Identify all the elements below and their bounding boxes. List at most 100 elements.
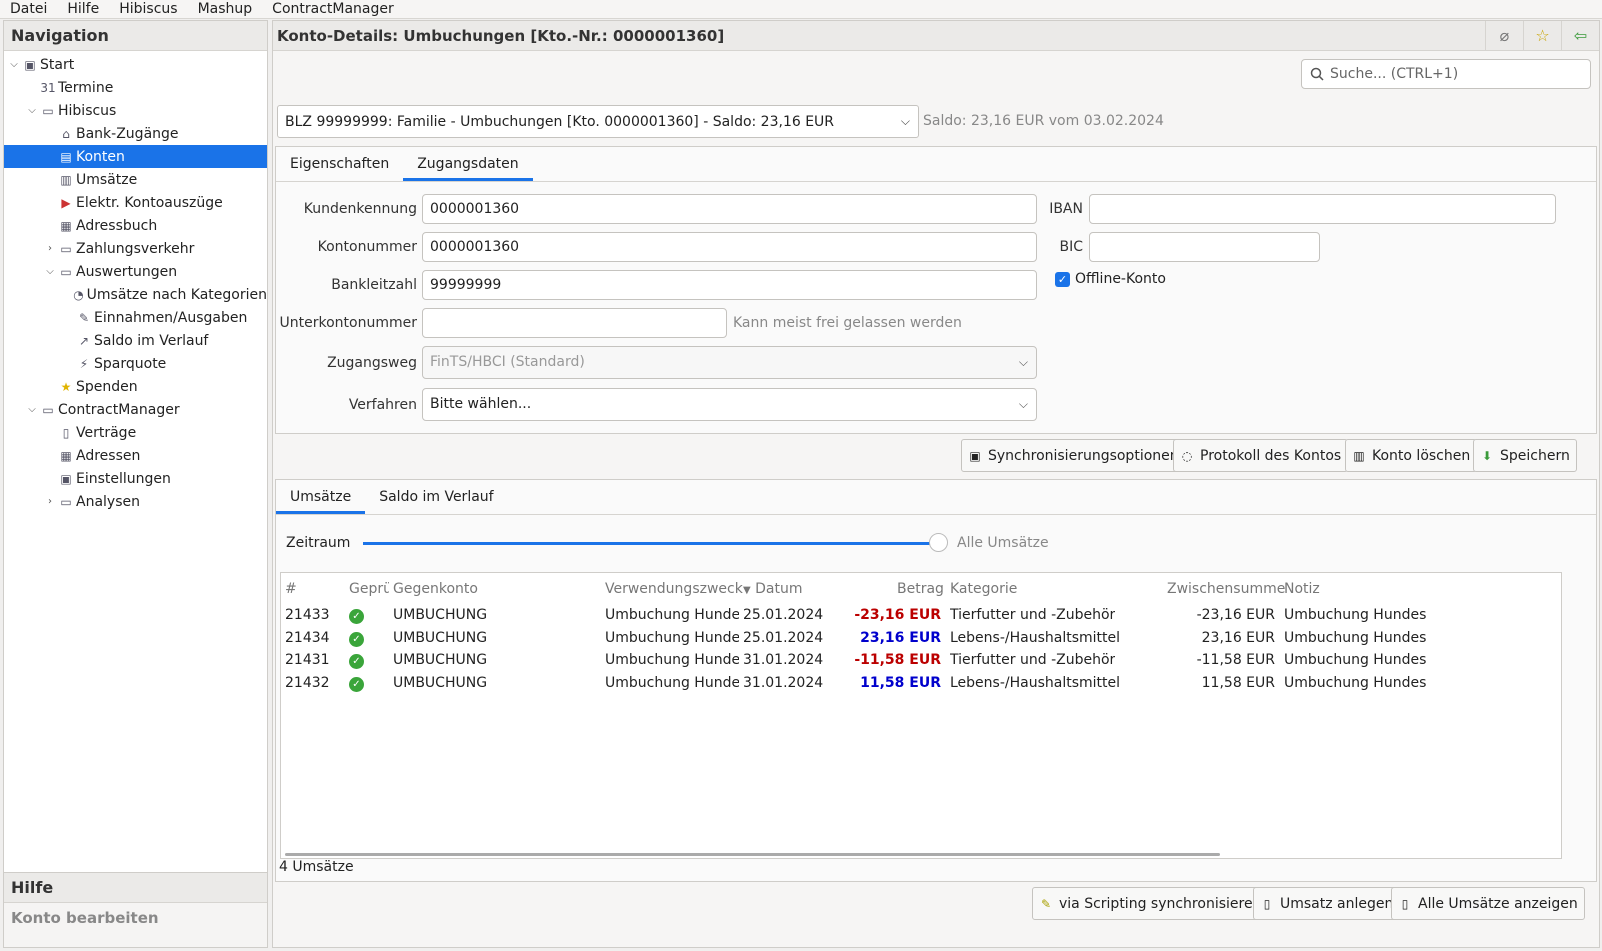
zeitraum-slider-handle[interactable] (929, 533, 948, 552)
col-kategorie[interactable]: Kategorie (950, 581, 1017, 597)
iban-field[interactable] (1089, 194, 1556, 224)
tab-zugangsdaten[interactable]: Zugangsdaten (403, 147, 533, 181)
sidebar-item-elektr-kontoauszüge[interactable]: ▶ Elektr. Kontoauszüge (4, 191, 267, 214)
cell-gegenkonto: UMBUCHUNG (393, 629, 488, 646)
table-row[interactable]: 21431 ✓ UMBUCHUNG Umbuchung Hundesteuer31.0… (281, 650, 1431, 672)
folder-icon: ▭ (60, 241, 72, 256)
sidebar-item-termine[interactable]: 31 Termine (4, 76, 267, 99)
sidebar-item-auswertungen[interactable]: ⌵ ▭ Auswertungen (4, 260, 267, 283)
col-id[interactable]: # (285, 581, 297, 597)
delete-account-button[interactable]: ▥ Konto löschen (1345, 439, 1478, 472)
sidebar-item-label: Elektr. Kontoauszüge (76, 194, 223, 211)
tab-saldo-im-verlauf[interactable]: Saldo im Verlauf (365, 480, 507, 514)
cell-id: 21433 (285, 607, 330, 623)
navigation-tree: ⌵ ▣ Start 31 Termine ⌵ ▭ Hibiscus ⌂ Bank-Zugänge ▤… (4, 51, 267, 513)
account-select[interactable]: BLZ 99999999: Familie - Umbuchungen [Kto… (277, 105, 919, 138)
bookmark-button[interactable]: ☆ (1523, 20, 1561, 51)
sidebar-item-einstellungen[interactable]: ▣ Einstellungen (4, 467, 267, 490)
cell-gegenkonto: UMBUCHUNG (393, 674, 488, 691)
new-transaction-button[interactable]: ▯ Umsatz anlegen (1253, 887, 1401, 920)
sidebar-item-hibiscus[interactable]: ⌵ ▭ Hibiscus (4, 99, 267, 122)
bankleitzahl-field[interactable]: 99999999 (422, 270, 1037, 300)
save-button[interactable]: ⬇ Speichern (1473, 439, 1577, 472)
sidebar-item-adressbuch[interactable]: ▦ Adressbuch (4, 214, 267, 237)
bic-field[interactable] (1089, 232, 1320, 262)
account-select-value: BLZ 99999999: Familie - Umbuchungen [Kto… (285, 113, 835, 130)
sidebar-item-bank-zugänge[interactable]: ⌂ Bank-Zugänge (4, 122, 267, 145)
sync-options-label: Synchronisierungsoptionen (988, 447, 1179, 464)
chevron-right-icon[interactable]: › (42, 243, 58, 254)
col-zwischensumme[interactable]: Zwischensumme (1167, 581, 1285, 597)
chevron-down-icon[interactable]: ⌵ (24, 105, 40, 116)
search-input[interactable]: Suche... (CTRL+1) (1301, 59, 1591, 89)
protocol-button[interactable]: ◌ Protokoll des Kontos (1173, 439, 1349, 472)
tab-eigenschaften[interactable]: Eigenschaften (276, 147, 403, 181)
kontonummer-label: Kontonummer (317, 239, 417, 255)
folder-icon: ▭ (42, 103, 54, 118)
sidebar-item-start[interactable]: ⌵ ▣ Start (4, 53, 267, 76)
sort-desc-icon: ▼ (743, 585, 751, 596)
zugangsweg-select[interactable]: FinTS/HBCI (Standard) ⌵ (422, 346, 1037, 379)
sidebar-item-sparquote[interactable]: ⚡ Sparquote (4, 352, 267, 375)
sidebar-item-saldo-im-verlauf[interactable]: ↗ Saldo im Verlauf (4, 329, 267, 352)
col-notiz[interactable]: Notiz (1284, 581, 1320, 597)
table-row[interactable]: 21432 ✓ UMBUCHUNG Umbuchung Hundesteuer31.0… (281, 673, 1431, 695)
show-all-transactions-button[interactable]: ▯ Alle Umsätze anzeigen (1391, 887, 1585, 920)
cell-betrag: -11,58 EUR (854, 652, 941, 668)
menu-contractmanager[interactable]: ContractManager (262, 1, 404, 17)
cell-zwischensumme: -23,16 EUR (1196, 607, 1275, 623)
sync-options-button[interactable]: ▣ Synchronisierungsoptionen (961, 439, 1186, 472)
search-placeholder: Suche... (CTRL+1) (1330, 66, 1459, 82)
verfahren-select[interactable]: Bitte wählen... ⌵ (422, 388, 1037, 421)
check-circle-icon: ✓ (349, 631, 364, 647)
table-row[interactable]: 21433 ✓ UMBUCHUNG Umbuchung Hundesteuer25.0… (281, 605, 1431, 627)
menu-mashup[interactable]: Mashup (188, 1, 263, 17)
sidebar-item-konten[interactable]: ▤ Konten (4, 145, 267, 168)
col-verwendungszweck[interactable]: Verwendungszweck (605, 581, 743, 597)
check-circle-icon: ✓ (349, 609, 364, 624)
sidebar-item-contractmanager[interactable]: ⌵ ▭ ContractManager (4, 398, 267, 421)
chevron-down-icon[interactable]: ⌵ (6, 59, 22, 70)
chevron-right-icon[interactable]: › (42, 496, 58, 507)
sidebar-item-umsätze-nach-kategorien[interactable]: ◔ Umsätze nach Kategorien (4, 283, 267, 306)
horizontal-scrollbar[interactable] (285, 853, 1220, 856)
chart-category-icon: ◔ (73, 287, 84, 302)
kundenkennung-field[interactable]: 0000001360 (422, 194, 1037, 224)
scripting-sync-button[interactable]: ✎ via Scripting synchronisieren (1032, 887, 1269, 920)
pdf-icon: ▶ (61, 195, 71, 210)
menu-hilfe[interactable]: Hilfe (57, 1, 109, 17)
sidebar-item-umsätze[interactable]: ▥ Umsätze (4, 168, 267, 191)
zeitraum-label: Zeitraum (286, 535, 351, 551)
menu-datei[interactable]: Datei (0, 1, 57, 17)
account-tabpanel: Eigenschaften Zugangsdaten Kundenkennung… (275, 146, 1597, 434)
menu-hibiscus[interactable]: Hibiscus (109, 1, 187, 17)
offline-checkbox[interactable]: ✓ Offline-Konto (1055, 271, 1166, 287)
col-betrag[interactable]: Betrag (897, 581, 944, 597)
col-datum-header[interactable]: ▼ Datum (743, 581, 803, 597)
star-icon: ★ (60, 379, 72, 394)
sidebar-item-spenden[interactable]: ★ Spenden (4, 375, 267, 398)
sidebar-item-verträge[interactable]: ▯ Verträge (4, 421, 267, 444)
zeitraum-value: Alle Umsätze (957, 535, 1049, 551)
sidebar-item-adressen[interactable]: ▦ Adressen (4, 444, 267, 467)
page-title: Konto-Details: Umbuchungen [Kto.-Nr.: 00… (277, 26, 725, 45)
kontonummer-field[interactable]: 0000001360 (422, 232, 1037, 262)
zugangsweg-value: FinTS/HBCI (Standard) (430, 354, 585, 370)
document-icon: ▯ (1263, 896, 1271, 911)
tab-umsaetze[interactable]: Umsätze (276, 480, 366, 514)
back-button[interactable]: ⇦ (1561, 20, 1599, 51)
col-gegenkonto[interactable]: Gegenkonto (393, 581, 478, 597)
bank-icon: ⌂ (62, 126, 70, 141)
col-geprueft[interactable]: Geprü (349, 581, 389, 597)
table-row[interactable]: 21434 ✓ UMBUCHUNG Umbuchung Hundesteuer25.0… (281, 628, 1431, 650)
chevron-down-icon[interactable]: ⌵ (42, 266, 58, 277)
unterkontonummer-field[interactable] (422, 308, 727, 338)
sidebar-item-einnahmen-ausgaben[interactable]: ✎ Einnahmen/Ausgaben (4, 306, 267, 329)
star-outline-icon: ☆ (1535, 26, 1550, 45)
zeitraum-slider-track[interactable] (363, 542, 931, 545)
attachment-button[interactable]: ⌀ (1485, 20, 1523, 51)
sidebar-item-analysen[interactable]: › ▭ Analysen (4, 490, 267, 513)
chevron-down-icon[interactable]: ⌵ (24, 404, 40, 415)
checked-ok-icon: ✓ (349, 652, 364, 669)
sidebar-item-zahlungsverkehr[interactable]: › ▭ Zahlungsverkehr (4, 237, 267, 260)
